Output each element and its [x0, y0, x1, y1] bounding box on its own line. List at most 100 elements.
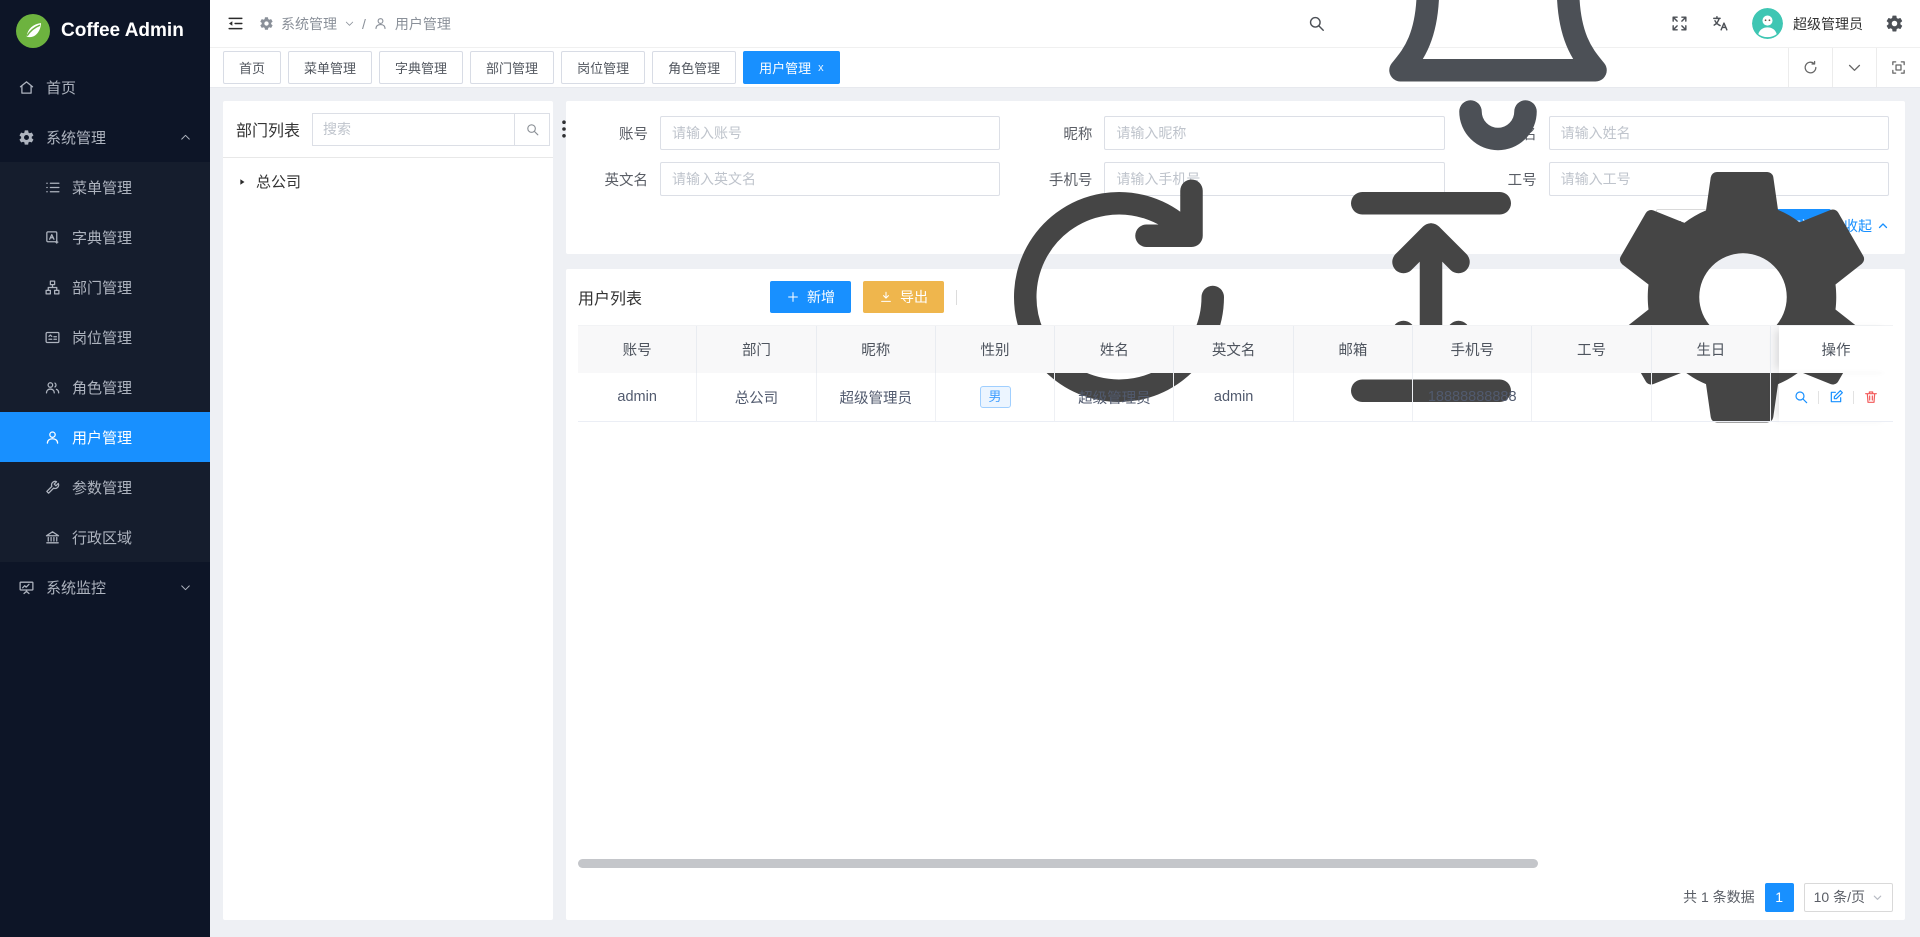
col-account: 账号: [578, 326, 697, 373]
cell-phone: 18888888888: [1413, 373, 1532, 422]
cell-actions: [1779, 373, 1893, 422]
table-header-row: 账号 部门 昵称 性别 姓名 英文名 邮箱 手机号 工号 生日 操作: [578, 325, 1893, 373]
breadcrumb-parent[interactable]: 系统管理: [281, 14, 337, 34]
magnifier-zoom-icon[interactable]: [1793, 389, 1809, 405]
page-size-select[interactable]: 10 条/页: [1804, 883, 1893, 912]
search-icon[interactable]: [1307, 14, 1326, 33]
col-birthday: 生日: [1652, 326, 1771, 373]
leaf-logo-icon: [16, 14, 50, 48]
cell-nickname: 超级管理员: [817, 373, 936, 422]
app-title: Coffee Admin: [61, 20, 184, 42]
sidebar-submenu-system: 菜单管理 字典管理 部门管理 岗位管理 角色管理 用户管理 参数管理 行政区域: [0, 162, 210, 562]
edit-icon[interactable]: [1828, 389, 1844, 405]
frame-maximize-icon[interactable]: [1876, 48, 1920, 87]
col-phone: 手机号: [1413, 326, 1532, 373]
add-user-button[interactable]: 新增: [770, 281, 851, 313]
sidebar-item-label: 用户管理: [72, 427, 132, 448]
sidebar-item-role-mgmt[interactable]: 角色管理: [0, 362, 210, 412]
dept-tree: 总公司: [223, 158, 553, 205]
cell-spacer: [1771, 373, 1779, 422]
col-name: 姓名: [1055, 326, 1174, 373]
gear-icon[interactable]: [1885, 14, 1904, 33]
sidebar-item-post-mgmt[interactable]: 岗位管理: [0, 312, 210, 362]
id-card-icon: [44, 329, 61, 346]
divider: [1853, 391, 1854, 404]
fullscreen-icon[interactable]: [1670, 14, 1689, 33]
tab-menu-mgmt[interactable]: 菜单管理: [288, 51, 372, 84]
gear-icon: [259, 16, 274, 31]
right-column: 账号 昵称 姓名 英文名: [566, 101, 1905, 920]
notification-bell[interactable]: [1348, 0, 1648, 174]
content: 部门列表 总公司 账号: [210, 88, 1920, 937]
dept-search: [312, 113, 550, 146]
gear-icon: [18, 129, 35, 146]
tab-tools: [1788, 48, 1920, 87]
dept-search-input[interactable]: [312, 113, 514, 146]
sidebar-item-dict-mgmt[interactable]: 字典管理: [0, 212, 210, 262]
table-row[interactable]: admin 总公司 超级管理员 男 超级管理员 admin 1888888888…: [578, 373, 1893, 422]
translate-icon[interactable]: [1711, 14, 1730, 33]
avatar[interactable]: [1752, 8, 1783, 39]
chevron-down-icon[interactable]: [1832, 48, 1876, 87]
dept-search-button[interactable]: [514, 113, 550, 146]
tab-role-mgmt[interactable]: 角色管理: [652, 51, 736, 84]
tree-item-company[interactable]: 总公司: [237, 171, 539, 192]
user-list-card: 用户列表 新增 导出: [566, 269, 1905, 920]
chevron-up-icon: [179, 131, 192, 144]
main-area: 系统管理 / 用户管理 超级管理员 首页 菜单管理 字典管理 部门管理 岗位管: [210, 0, 1920, 937]
col-gender: 性别: [936, 326, 1055, 373]
trash-icon[interactable]: [1863, 389, 1879, 405]
account-input[interactable]: [660, 116, 1000, 150]
sidebar-item-label: 系统监控: [46, 577, 106, 598]
sidebar-item-label: 首页: [46, 77, 76, 98]
scrollbar-thumb[interactable]: [578, 859, 1538, 868]
close-icon[interactable]: x: [818, 62, 824, 74]
sidebar-item-monitor[interactable]: 系统监控: [0, 562, 210, 612]
sidebar-item-menu-mgmt[interactable]: 菜单管理: [0, 162, 210, 212]
cell-name: 超级管理员: [1055, 373, 1174, 422]
dept-panel-header: 部门列表: [223, 101, 553, 158]
sidebar-item-home[interactable]: 首页: [0, 62, 210, 112]
plus-icon: [786, 290, 800, 304]
bell-icon: [1348, 0, 1648, 174]
breadcrumb-separator: /: [362, 16, 366, 32]
field-label: 英文名: [582, 169, 648, 190]
sidebar-item-region-mgmt[interactable]: 行政区域: [0, 512, 210, 562]
sidebar-item-user-mgmt[interactable]: 用户管理: [0, 412, 210, 462]
tab-post-mgmt[interactable]: 岗位管理: [561, 51, 645, 84]
pagination: 共 1 条数据 1 10 条/页: [578, 874, 1893, 920]
export-button[interactable]: 导出: [863, 281, 944, 313]
cell-job-no: [1532, 373, 1651, 422]
cell-dept: 总公司: [697, 373, 816, 422]
refresh-icon[interactable]: [1788, 48, 1832, 87]
sidebar-item-param-mgmt[interactable]: 参数管理: [0, 462, 210, 512]
bank-icon: [44, 529, 61, 546]
cell-en-name: admin: [1174, 373, 1293, 422]
cell-gender: 男: [936, 373, 1055, 422]
sidebar-item-system[interactable]: 系统管理: [0, 112, 210, 162]
col-spacer: [1771, 326, 1779, 373]
menu-fold-icon[interactable]: [226, 14, 245, 33]
app-logo[interactable]: Coffee Admin: [0, 0, 210, 62]
tab-dept-mgmt[interactable]: 部门管理: [470, 51, 554, 84]
sidebar-item-label: 角色管理: [72, 377, 132, 398]
caret-right-icon[interactable]: [237, 177, 247, 187]
chevron-down-icon: [1872, 892, 1883, 903]
tab-dict-mgmt[interactable]: 字典管理: [379, 51, 463, 84]
col-job-no: 工号: [1532, 326, 1651, 373]
list-icon: [44, 179, 61, 196]
tree-item-label: 总公司: [256, 171, 301, 192]
col-dept: 部门: [697, 326, 816, 373]
sidebar-item-dept-mgmt[interactable]: 部门管理: [0, 262, 210, 312]
tab-home[interactable]: 首页: [223, 51, 281, 84]
breadcrumb-person-icon: [373, 16, 388, 31]
chevron-down-icon: [344, 18, 355, 29]
breadcrumb-current: 用户管理: [395, 14, 451, 34]
search-icon: [525, 122, 540, 137]
tab-user-mgmt[interactable]: 用户管理 x: [743, 51, 840, 84]
dictionary-icon: [44, 229, 61, 246]
page-number-button[interactable]: 1: [1765, 883, 1794, 912]
username[interactable]: 超级管理员: [1793, 14, 1863, 34]
dept-panel-title: 部门列表: [236, 117, 300, 141]
sidebar-item-label: 参数管理: [72, 477, 132, 498]
